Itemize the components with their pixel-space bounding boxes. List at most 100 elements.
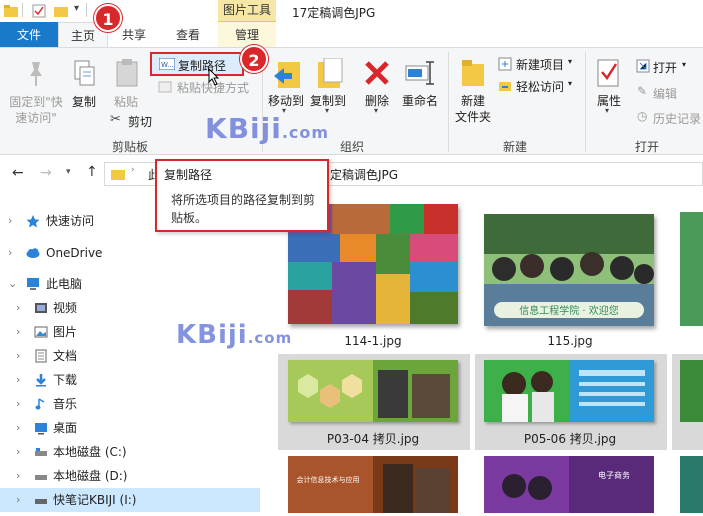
copy-path-button[interactable]: W... 复制路径 (150, 52, 244, 76)
sidebar-item-label: 图片 (53, 325, 78, 339)
sidebar-item-label: 音乐 (53, 397, 78, 411)
video-icon (35, 303, 47, 313)
edit-button[interactable]: 编辑 (653, 85, 677, 102)
chevron-right-icon[interactable]: › (8, 241, 12, 265)
new-folder-qa-icon[interactable] (54, 5, 68, 17)
thumbnail-partial[interactable] (680, 212, 703, 326)
sidebar-item-label: 快笔记KBIJI (I:) (53, 493, 137, 507)
rename-icon (405, 61, 434, 85)
thumbnail-partial[interactable] (680, 456, 703, 513)
back-icon[interactable]: ← (12, 165, 24, 181)
file-name[interactable]: 115.jpg (480, 334, 660, 348)
delete-dropdown-icon[interactable]: ▾ (374, 106, 378, 115)
scissors-icon: ✂ (110, 112, 121, 127)
pin-icon (30, 62, 42, 86)
open-button[interactable]: 打开 (653, 59, 677, 76)
chevron-right-icon[interactable]: › (16, 464, 20, 488)
thumbnail-115[interactable]: 信息工程学院 · 欢迎您 (484, 214, 654, 326)
easy-access-dropdown-icon[interactable]: ▾ (568, 79, 572, 88)
chevron-right-icon[interactable]: › (16, 392, 20, 416)
pin-label-line2: 速访问" (15, 111, 57, 125)
thumbnail-p07-08[interactable]: 会计信息技术与应用 (288, 456, 458, 513)
brochure-spread-image: 电子商务 (484, 456, 654, 513)
group-divider (448, 52, 449, 152)
sidebar-item-drive-d[interactable]: › 本地磁盘 (D:) (0, 464, 260, 488)
chevron-down-icon[interactable]: ⌄ (8, 272, 17, 296)
paste-icon (116, 59, 138, 87)
paste-button[interactable]: 粘贴 (108, 94, 144, 110)
address-path-end[interactable]: 定稿调色JPG (330, 166, 398, 183)
download-icon (36, 374, 46, 387)
easy-access-button[interactable]: 轻松访问 (516, 78, 564, 95)
chevron-right-icon[interactable]: › (16, 416, 20, 440)
rename-button[interactable]: 重命名 (398, 93, 442, 109)
sidebar-item-videos[interactable]: › 视频 (0, 296, 260, 320)
up-icon[interactable]: ↑ (86, 164, 98, 180)
document-icon (35, 349, 47, 363)
sidebar-item-drive-i[interactable]: › 快笔记KBIJI (I:) (0, 488, 260, 512)
sidebar-item-label: 此电脑 (46, 277, 83, 291)
thumbnail-p05-06[interactable] (484, 360, 654, 422)
properties-qa-icon[interactable] (32, 4, 46, 18)
copy-icon (74, 60, 95, 86)
sidebar-item-label: OneDrive (46, 246, 103, 260)
forward-icon[interactable]: → (40, 165, 52, 181)
sidebar-item-downloads[interactable]: › 下载 (0, 368, 260, 392)
mouse-cursor-icon (208, 68, 220, 86)
chevron-right-icon[interactable]: › (16, 488, 20, 512)
thumbnail-p03-04[interactable] (288, 360, 458, 422)
step-badge-2: 2 (240, 45, 268, 73)
tab-file[interactable]: 文件 (0, 22, 58, 48)
sidebar-item-onedrive[interactable]: › OneDrive (0, 241, 260, 265)
easy-access-icon (499, 82, 511, 91)
picture-icon (34, 326, 48, 338)
watermark-text: KBiji (176, 320, 248, 350)
address-chevron-icon: › (131, 165, 135, 175)
chevron-right-icon[interactable]: › (16, 320, 20, 344)
cut-button[interactable]: 剪切 (128, 113, 152, 130)
chevron-right-icon[interactable]: › (16, 296, 20, 320)
edit-icon: ✎ (637, 84, 648, 98)
chevron-right-icon[interactable]: › (16, 368, 20, 392)
delete-icon (365, 61, 389, 85)
file-name[interactable]: P03-04 拷贝.jpg (283, 430, 463, 447)
file-name[interactable]: 114-1.jpg (283, 334, 463, 348)
open-dropdown-icon[interactable]: ▾ (682, 60, 686, 69)
photo-banner-text: 会计信息技术与应用 (297, 475, 360, 484)
thumbnail-p09-10[interactable]: 电子商务 (484, 456, 654, 513)
group-organize-label: 组织 (339, 140, 364, 154)
history-button[interactable]: 历史记录 (653, 110, 701, 127)
file-name[interactable]: P05-06 拷贝.jpg (480, 430, 660, 447)
chevron-right-icon[interactable]: › (16, 440, 20, 464)
sidebar-item-label: 本地磁盘 (D:) (53, 469, 128, 483)
tooltip-title: 复制路径 (164, 168, 213, 182)
watermark-logo: KBiji.com (176, 320, 292, 350)
new-item-dropdown-icon[interactable]: ▾ (568, 57, 572, 66)
tab-view[interactable]: 查看 (164, 22, 212, 48)
brochure-spread-image: 会计信息技术与应用 (288, 456, 458, 513)
new-item-button[interactable]: 新建项目 (516, 56, 564, 73)
pin-quick-access-button[interactable]: 固定到"快 速访问" (2, 94, 70, 126)
address-folder-icon (111, 170, 125, 180)
photo-banner-text: 电子商务 (598, 470, 630, 480)
copy-button[interactable]: 复制 (66, 94, 102, 110)
recent-locations-icon[interactable]: ▾ (66, 167, 71, 177)
thumbnail-partial[interactable] (680, 360, 703, 422)
sidebar-item-desktop[interactable]: › 桌面 (0, 416, 260, 440)
new-folder-icon (462, 60, 484, 86)
properties-icon (597, 59, 619, 87)
sidebar-item-music[interactable]: › 音乐 (0, 392, 260, 416)
sidebar-item-drive-c[interactable]: › 本地磁盘 (C:) (0, 440, 260, 464)
group-photo-image: 信息工程学院 · 欢迎您 (484, 214, 654, 326)
music-icon (35, 398, 45, 410)
history-icon: ◷ (637, 109, 648, 123)
sidebar-item-label: 视频 (53, 301, 78, 315)
qa-dropdown-icon[interactable]: ▾ (74, 3, 79, 14)
tab-manage[interactable]: 管理 (218, 22, 276, 48)
chevron-right-icon[interactable]: › (8, 209, 12, 233)
chevron-right-icon[interactable]: › (16, 344, 20, 368)
new-folder-button[interactable]: 新建 文件夹 (450, 93, 496, 125)
sidebar-item-this-pc[interactable]: ⌄ 此电脑 (0, 272, 260, 296)
new-folder-label-line1: 新建 (460, 94, 485, 108)
properties-dropdown-icon[interactable]: ▾ (605, 106, 609, 115)
